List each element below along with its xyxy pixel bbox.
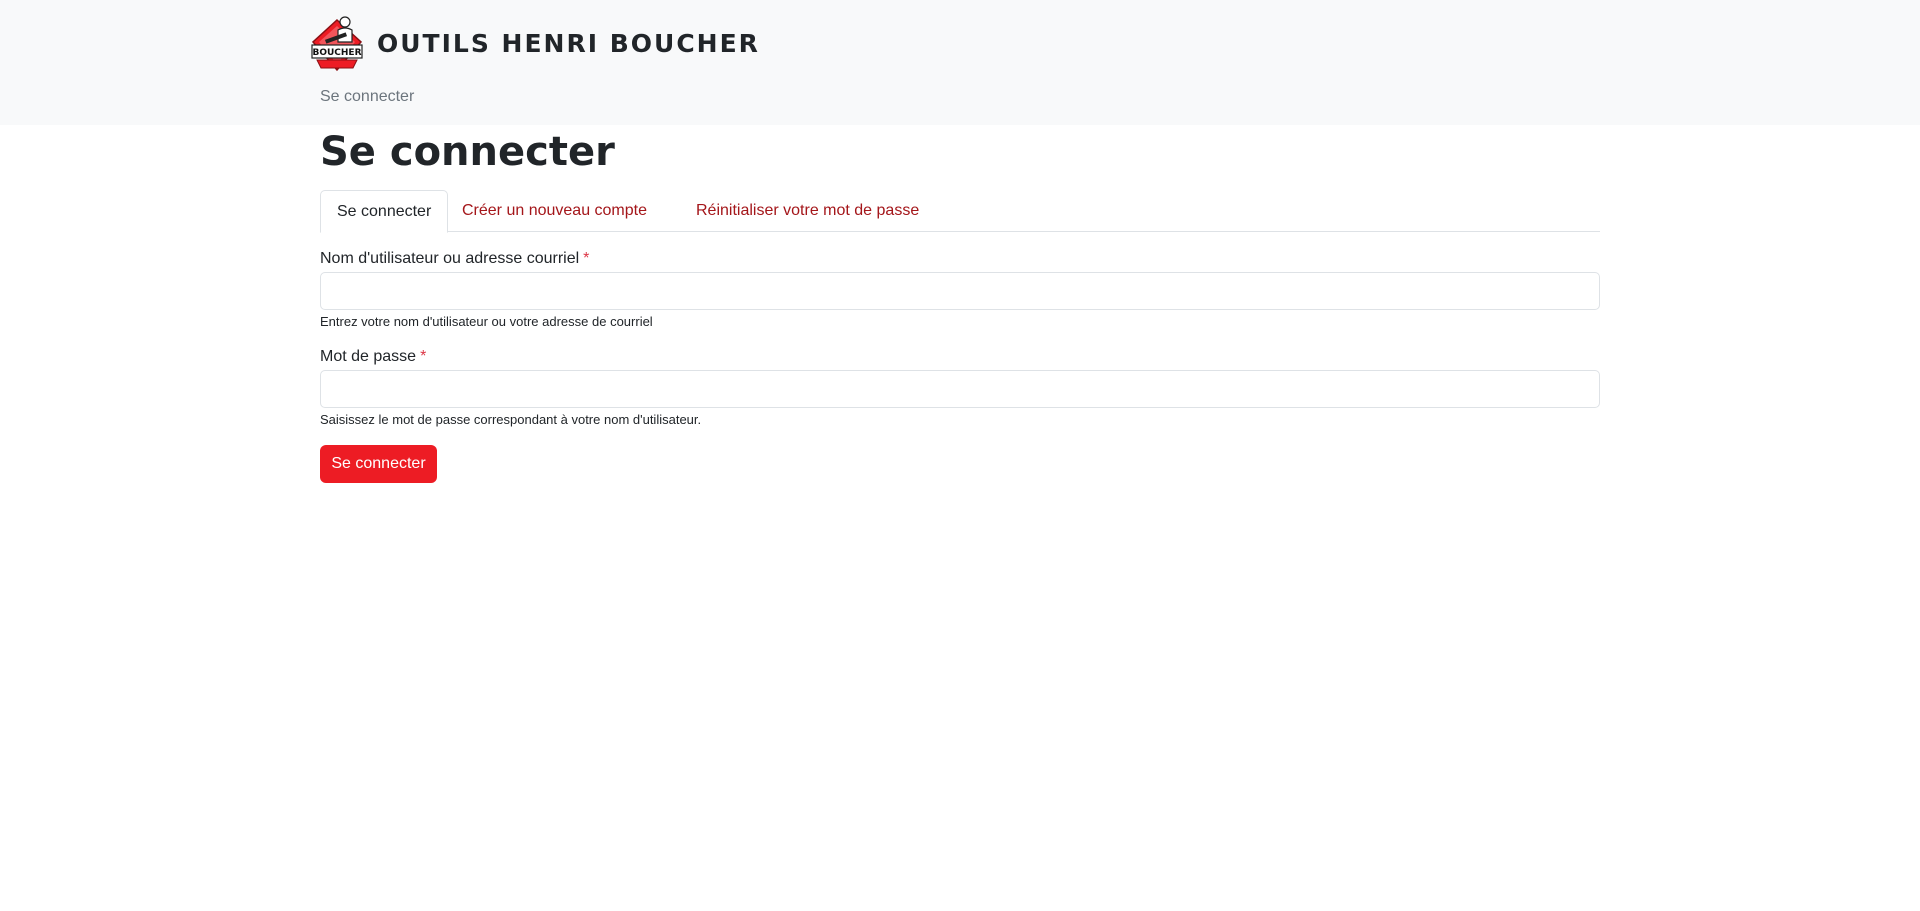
username-label-text: Nom d'utilisateur ou adresse courriel [320, 250, 580, 267]
site-header: BOUCHER OUTILS HENRI BOUCHER Se connecte… [0, 0, 1920, 125]
username-input[interactable] [320, 272, 1600, 310]
password-label-text: Mot de passe [320, 348, 417, 365]
password-label: Mot de passe * [320, 348, 426, 366]
tab-login[interactable]: Se connecter [320, 190, 449, 233]
password-input[interactable] [320, 370, 1600, 408]
username-label: Nom d'utilisateur ou adresse courriel * [320, 250, 589, 268]
password-help-text: Saisissez le mot de passe correspondant … [320, 412, 702, 427]
site-name: OUTILS HENRI BOUCHER [377, 28, 760, 58]
auth-tabs: Se connecter Créer un nouveau compte Réi… [320, 190, 1600, 233]
tab-create-account[interactable]: Créer un nouveau compte [446, 190, 663, 232]
page-title: Se connecter [320, 129, 615, 175]
required-marker: * [583, 250, 590, 267]
username-help-text: Entrez votre nom d'utilisateur ou votre … [320, 314, 653, 329]
svg-text:BOUCHER: BOUCHER [312, 48, 361, 58]
site-brand-link[interactable]: BOUCHER OUTILS HENRI BOUCHER [311, 12, 760, 74]
tab-reset-password[interactable]: Réinitialiser votre mot de passe [680, 190, 935, 232]
breadcrumb: Se connecter [320, 88, 415, 105]
required-marker: * [420, 348, 427, 365]
login-submit-button[interactable]: Se connecter [320, 445, 437, 483]
henri-boucher-logo: BOUCHER [311, 16, 363, 72]
